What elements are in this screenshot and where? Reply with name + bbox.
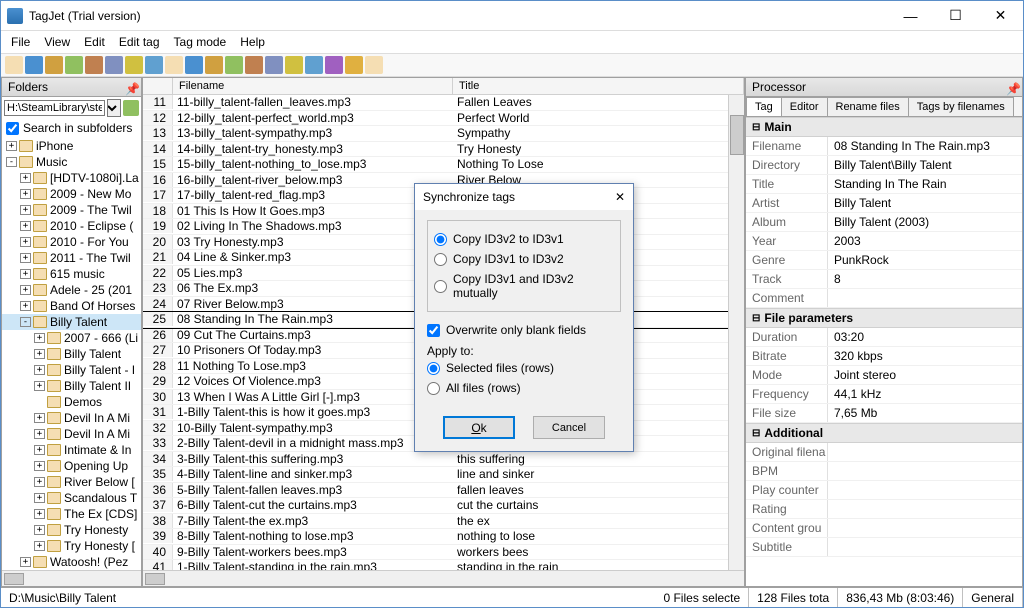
copy-mode-group: Copy ID3v2 to ID3v1 Copy ID3v1 to ID3v2 … (427, 220, 621, 312)
apply-to-label: Apply to: (427, 344, 621, 358)
cancel-button[interactable]: Cancel (533, 416, 605, 439)
dialog-backdrop: Synchronize tags ✕ Copy ID3v2 to ID3v1 C… (0, 0, 1024, 608)
radio-id3v2-to-id3v1[interactable] (434, 233, 447, 246)
overwrite-checkbox[interactable] (427, 324, 440, 337)
radio-mutual[interactable] (434, 280, 447, 293)
radio-all-files[interactable] (427, 382, 440, 395)
synchronize-tags-dialog: Synchronize tags ✕ Copy ID3v2 to ID3v1 C… (414, 183, 634, 452)
dialog-close-icon[interactable]: ✕ (615, 190, 625, 204)
ok-button[interactable]: Ok (443, 416, 515, 439)
radio-selected-files[interactable] (427, 362, 440, 375)
radio-id3v1-to-id3v2[interactable] (434, 253, 447, 266)
dialog-title: Synchronize tags (423, 190, 515, 204)
